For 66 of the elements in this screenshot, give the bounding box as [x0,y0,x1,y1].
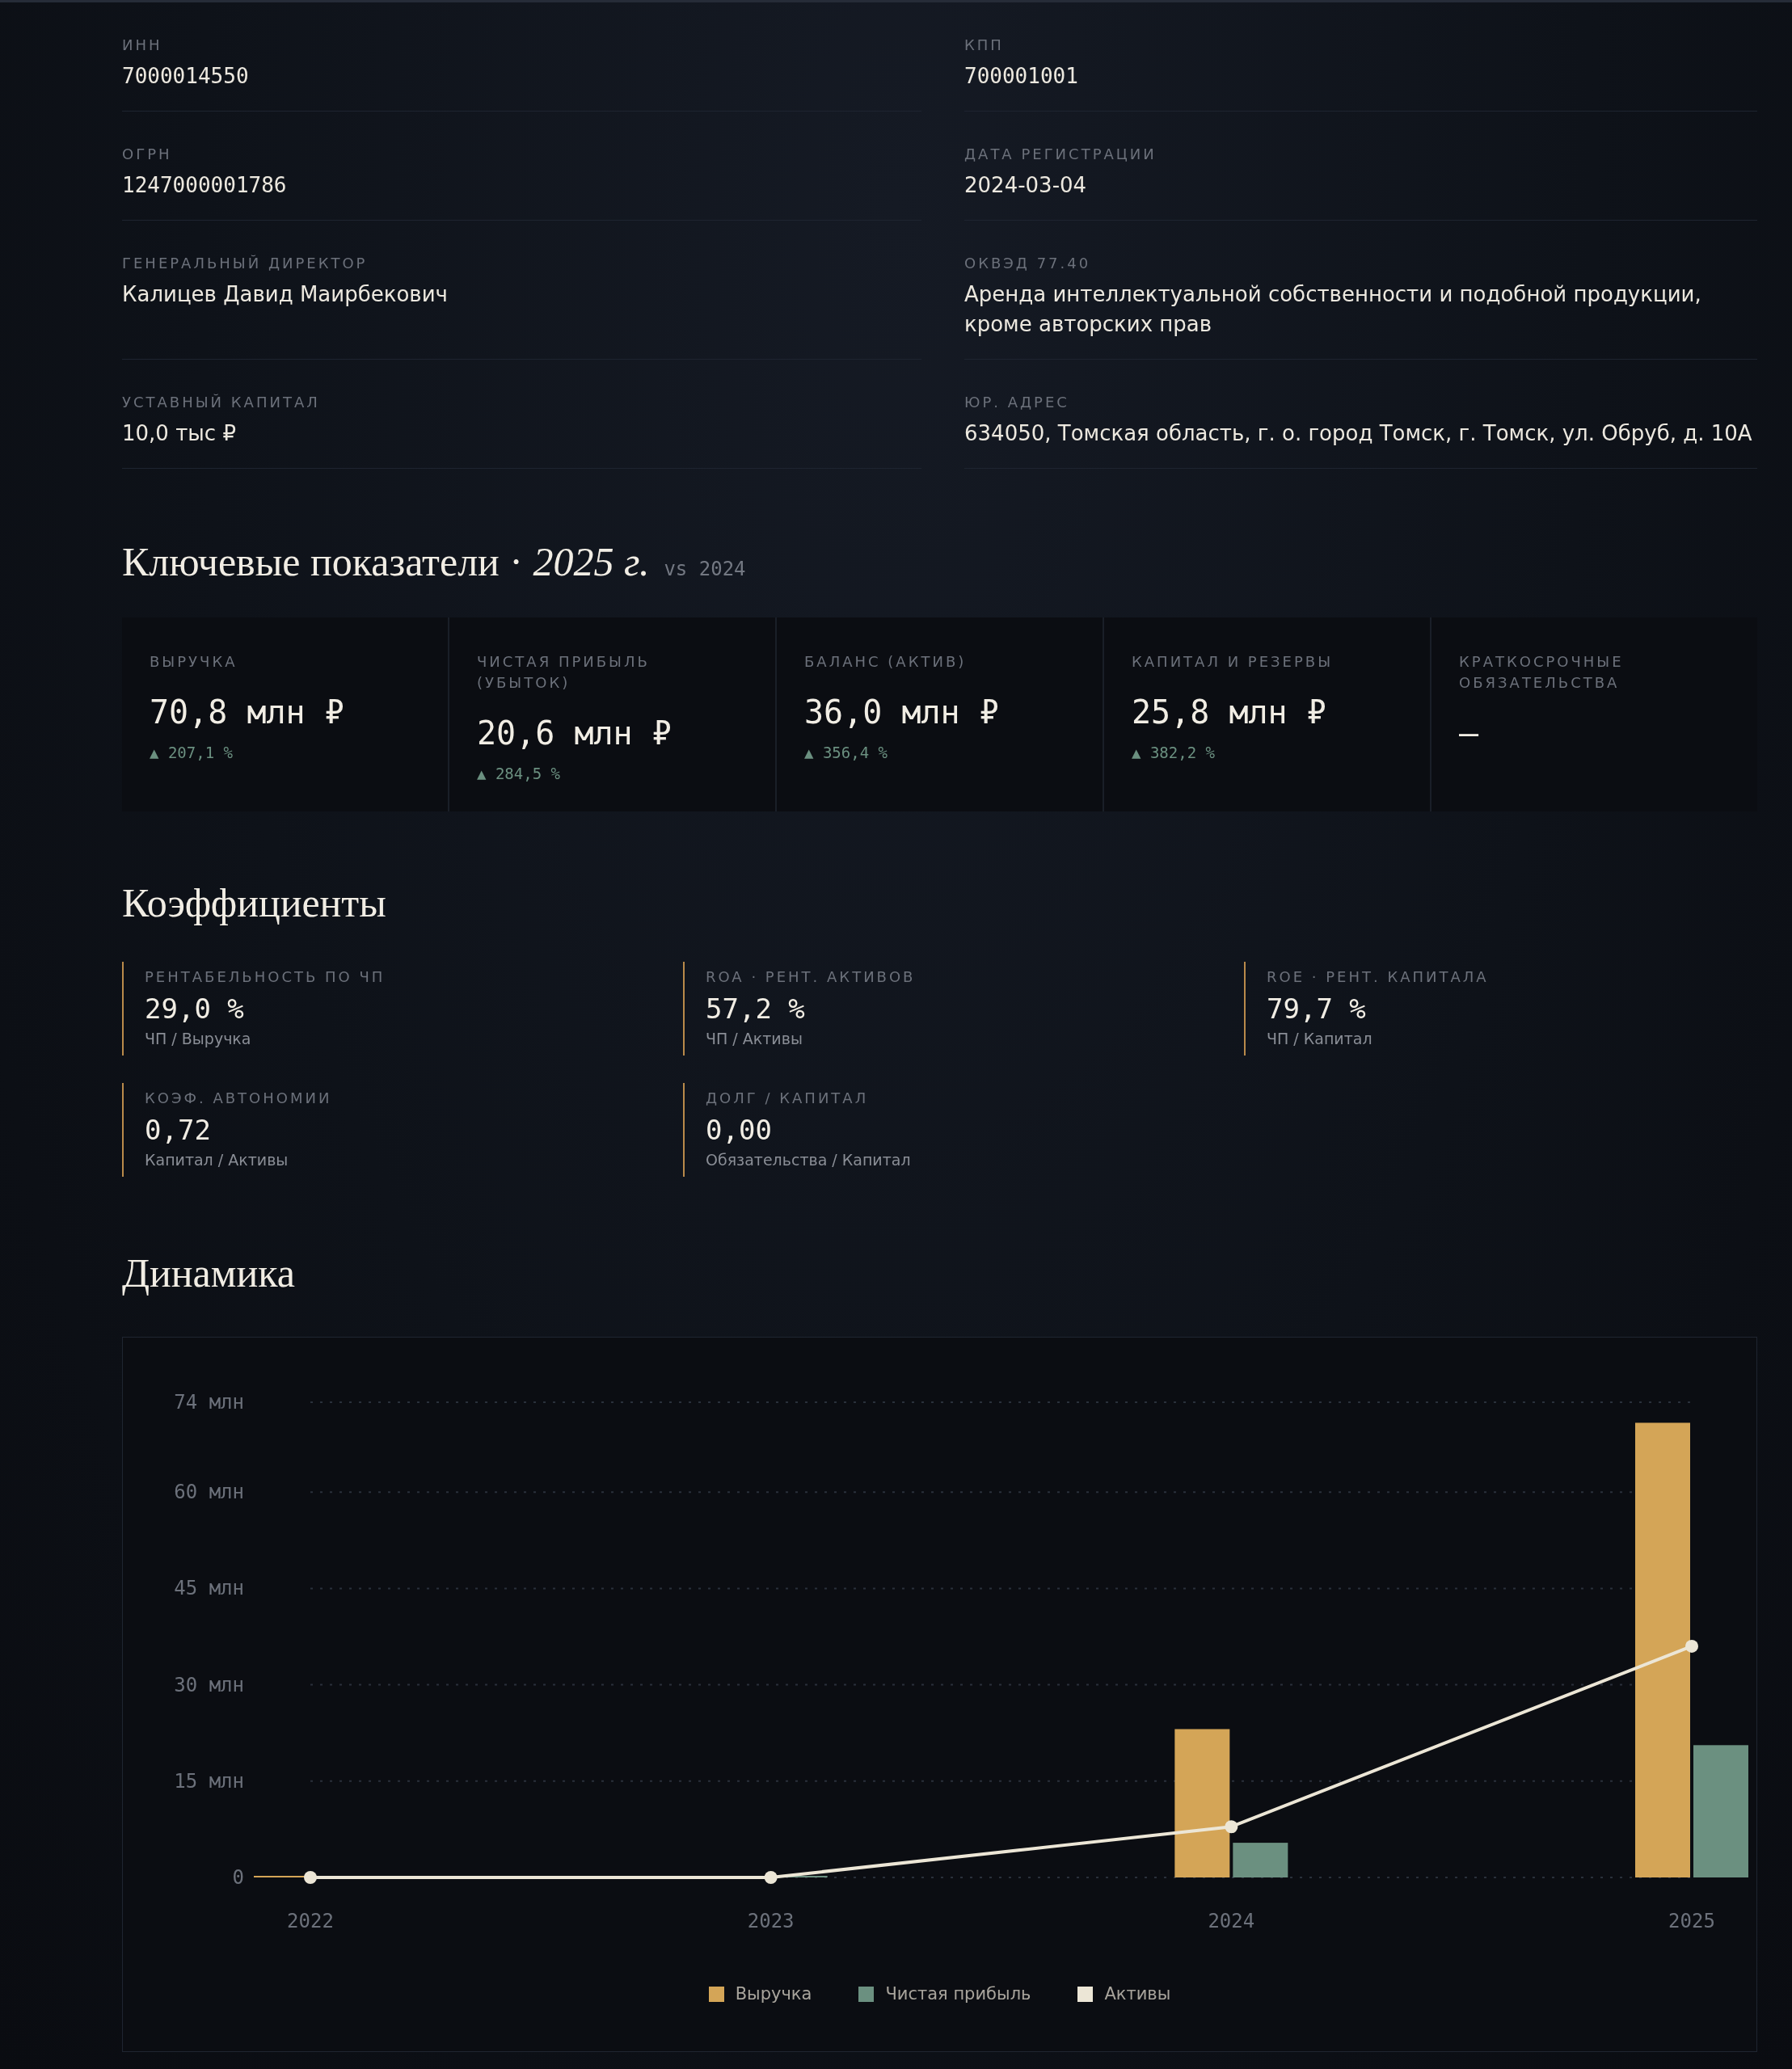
metric-label: КАПИТАЛ И РЕЗЕРВЫ [1132,652,1335,672]
field-label: ОКВЭД 77.40 [964,255,1092,272]
metric-label: ВЫРУЧКА [150,652,238,672]
metric-value: 25,8 млн ₽ [1132,693,1327,731]
ratio-formula: Обязательства / Капитал [706,1151,912,1169]
field-value: 700001001 [964,63,1079,90]
ratio-label: КОЭФ. АВТОНОМИИ [145,1089,333,1108]
ratio-value: 57,2 % [706,992,806,1025]
section-heading: Ключевые показатели · 2025 г. [122,538,650,585]
ratio-label: ROE · РЕНТ. КАПИТАЛА [1267,967,1490,987]
field-label: ИНН [122,36,163,53]
legend-label: Активы [1104,1984,1171,2004]
metric-value: 70,8 млн ₽ [150,693,345,731]
field-label: ГЕНЕРАЛЬНЫЙ ДИРЕКТОР [122,255,369,272]
axis-category-label: 2022 [287,1910,334,1932]
field-value: 2024-03-04 [964,172,1088,199]
ratio-value: 0,00 [706,1114,773,1146]
field-value: 634050, Томская область, г. о. город Томск, г. Томск, ул. Обруб, д. 10А [964,420,1753,447]
metric-label: ЧИСТАЯ ПРИБЫЛЬ (УБЫТОК) [477,652,651,693]
ratio-value: 29,0 % [145,992,245,1025]
field-value: 1247000001786 [122,172,288,199]
metric-change: ▲ 284,5 % [477,765,561,782]
axis-tick-label: 74 млн [174,1391,244,1414]
field-label: УСТАВНЫЙ КАПИТАЛ [122,394,321,411]
ratio-formula: ЧП / Выручка [145,1030,252,1047]
legend-label: Чистая прибыль [885,1984,1031,2004]
axis-tick-label: 0 [232,1866,244,1889]
metric-value: — [1459,714,1480,752]
axis-category-label: 2023 [747,1910,795,1932]
ratio-label: ДОЛГ / КАПИТАЛ [706,1089,870,1108]
axis-category-label: 2024 [1208,1910,1255,1932]
field-label: КПП [964,36,1005,53]
ratio-formula: ЧП / Активы [706,1030,803,1047]
section-heading: Коэффициенты [122,879,387,926]
axis-tick-label: 15 млн [174,1769,244,1793]
section-heading: Динамика [122,1249,296,1296]
ratio-formula: ЧП / Капитал [1267,1030,1373,1047]
field-value: Аренда интеллектуальной собственности и подобной продукции, кроме авторских прав [964,281,1702,338]
comparison-label: vs 2024 [664,558,746,580]
metric-label: КРАТКОСРОЧНЫЕ ОБЯЗАТЕЛЬСТВА [1459,652,1625,693]
point [764,1871,778,1884]
field-value: Калицев Давид Маирбекович [122,281,449,308]
legend-label: Выручка [735,1984,812,2004]
metric-change: ▲ 356,4 % [804,744,888,761]
ratio-value: 79,7 % [1267,992,1367,1025]
metric-label: БАЛАНС (АКТИВ) [804,652,968,672]
ratio-formula: Капитал / Активы [145,1151,289,1169]
axis-category-label: 2025 [1668,1910,1715,1932]
ratio-value: 0,72 [145,1114,212,1146]
point [304,1871,317,1884]
metric-value: 36,0 млн ₽ [804,693,1000,731]
ratio-label: РЕНТАБЕЛЬНОСТЬ ПО ЧП [145,967,386,987]
axis-tick-label: 60 млн [174,1481,244,1504]
axis-tick-label: 45 млн [174,1577,244,1600]
field-value: 10,0 тыс ₽ [122,420,237,447]
metric-value: 20,6 млн ₽ [477,714,673,752]
field-label: ДАТА РЕГИСТРАЦИИ [964,145,1157,162]
field-label: ОГРН [122,145,173,162]
field-label: ЮР. АДРЕС [964,394,1070,411]
metric-change: ▲ 207,1 % [150,744,234,761]
field-value: 7000014550 [122,63,250,90]
point [1225,1820,1238,1834]
ratio-label: ROA · РЕНТ. АКТИВОВ [706,967,917,987]
axis-tick-label: 30 млн [174,1673,244,1696]
metric-change: ▲ 382,2 % [1132,744,1216,761]
point [1685,1639,1698,1653]
